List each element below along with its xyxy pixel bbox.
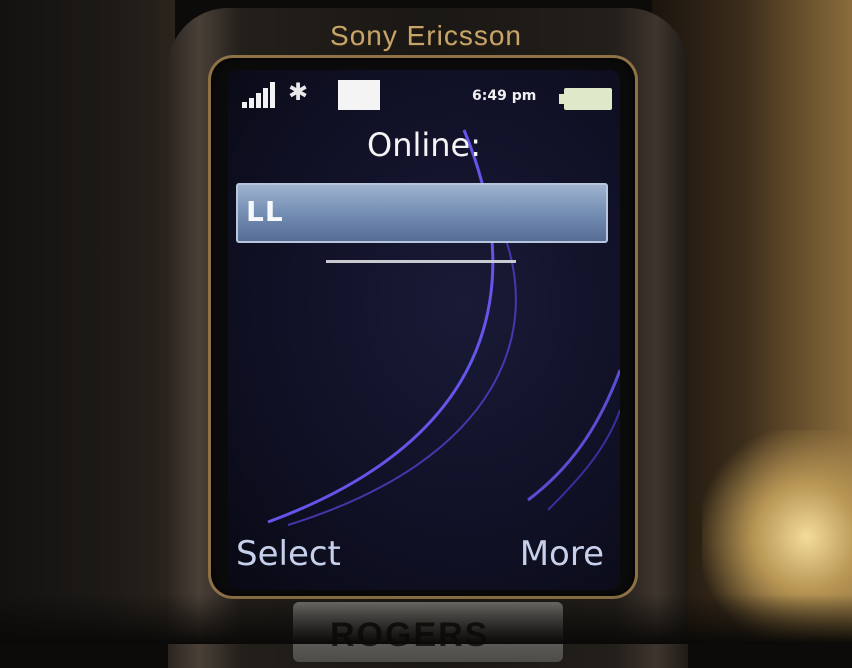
select-softkey[interactable]: Select xyxy=(236,534,341,574)
bluetooth-icon: ✱ xyxy=(288,78,309,106)
background-bottom-shadow xyxy=(0,594,852,644)
screen-title: Online: xyxy=(367,126,481,164)
status-bar: ✱ 6:49 pm xyxy=(228,70,620,120)
list-divider xyxy=(326,260,516,263)
battery-icon xyxy=(559,88,612,110)
clock: 6:49 pm xyxy=(472,88,537,104)
contact-list-item[interactable]: LL xyxy=(236,183,608,243)
brand-logo: Sony Ericsson xyxy=(330,20,522,51)
phone-screen: ✱ 6:49 pm Online: LL Select More xyxy=(228,70,620,590)
status-indicator-icon xyxy=(338,80,380,110)
more-softkey[interactable]: More xyxy=(520,534,604,574)
signal-strength-icon xyxy=(242,82,280,108)
background-left xyxy=(0,0,175,644)
contact-name: LL xyxy=(246,195,284,228)
